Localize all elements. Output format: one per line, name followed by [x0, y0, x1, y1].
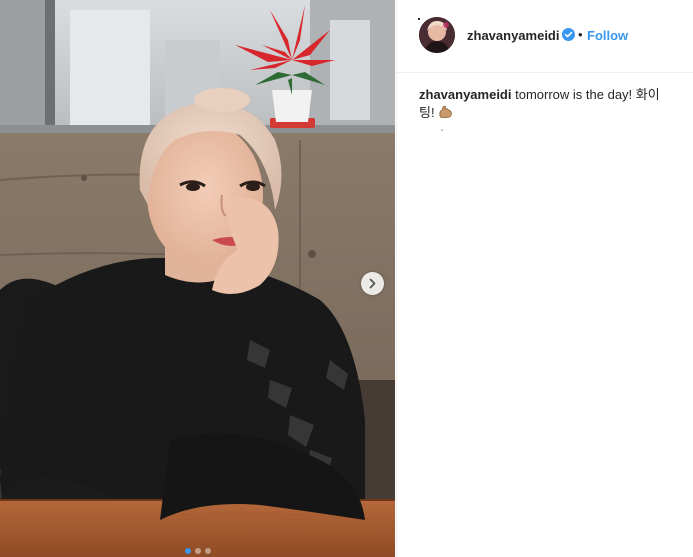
carousel-next-button[interactable]: [361, 272, 384, 295]
header-separator: •: [578, 27, 583, 42]
chevron-right-icon: [369, 278, 376, 289]
instagram-post-view: zhavanyameidi • Follow zhavanyameidi tom…: [0, 0, 693, 557]
story-ring-dot: [418, 18, 420, 20]
post-caption: zhavanyameidi tomorrow is the day! 화이팅!: [419, 86, 674, 122]
follow-button[interactable]: Follow: [587, 28, 628, 43]
post-details-panel: zhavanyameidi • Follow zhavanyameidi tom…: [396, 0, 693, 557]
verified-badge-icon: [562, 28, 575, 41]
flexed-biceps-icon: [439, 105, 453, 118]
post-photo[interactable]: [0, 0, 395, 557]
carousel-indicators: [0, 548, 395, 554]
avatar[interactable]: [419, 17, 455, 53]
avatar-image: [419, 17, 455, 53]
photo-illustration: [0, 0, 395, 557]
caption-username[interactable]: zhavanyameidi: [419, 87, 512, 102]
carousel-dot-3: [204, 548, 211, 554]
header-username[interactable]: zhavanyameidi: [467, 28, 560, 43]
carousel-dot-2: [194, 548, 201, 554]
post-header: zhavanyameidi • Follow: [397, 0, 693, 73]
caption-dot: [441, 129, 443, 131]
carousel-dot-1: [184, 548, 191, 554]
